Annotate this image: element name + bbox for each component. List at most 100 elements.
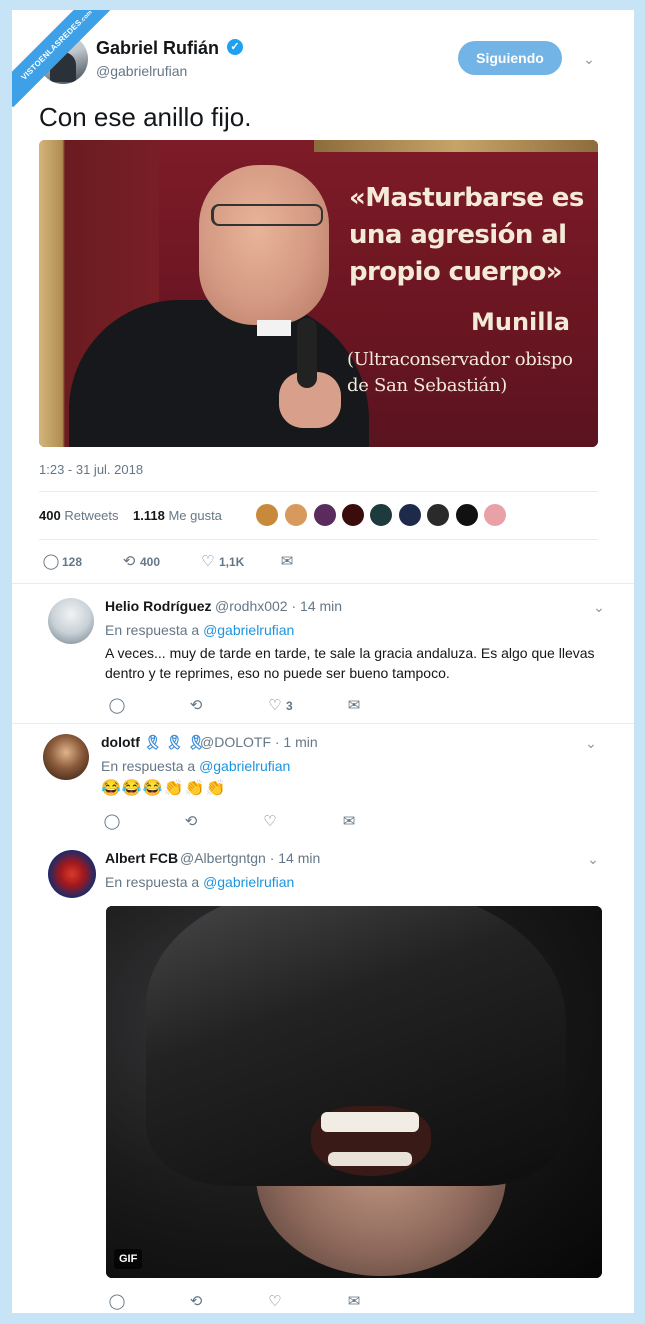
reply-to-prefix: En respuesta a bbox=[105, 874, 200, 890]
retweet-count: 400 bbox=[140, 554, 161, 569]
reply-icon: ◯ bbox=[103, 812, 121, 830]
chevron-down-icon[interactable]: ⌄ bbox=[584, 736, 598, 750]
image-caption-line: (Ultraconservador obispo bbox=[347, 349, 573, 370]
like-button[interactable]: ♡ bbox=[261, 813, 279, 829]
chevron-down-icon[interactable]: ⌄ bbox=[582, 52, 596, 66]
reply-actions: ◯ ⟲ ♡ ✉ bbox=[108, 1293, 408, 1309]
divider bbox=[39, 491, 598, 492]
reply-author-name-text: dolotf bbox=[101, 734, 140, 750]
reply-author-handle[interactable]: @rodhx002 · 14 min bbox=[215, 598, 342, 614]
mail-icon: ✉ bbox=[342, 812, 356, 830]
bishop-collar bbox=[257, 320, 291, 336]
tweet-actions: ◯ 128 ⟲ 400 ♡ 1,1K ✉ bbox=[42, 553, 342, 569]
reply-avatar[interactable] bbox=[48, 850, 96, 898]
gif-badge: GIF bbox=[114, 1249, 143, 1269]
reply-to-link[interactable]: @gabrielrufian bbox=[203, 622, 294, 638]
reply-count: 128 bbox=[62, 554, 83, 569]
tweet-text: Con ese anillo fijo. bbox=[39, 102, 252, 132]
retweets-label[interactable]: Retweets bbox=[64, 508, 118, 523]
liker-avatar[interactable] bbox=[426, 503, 450, 527]
awareness-ribbon-icon: 🎗 🎗 🎗 bbox=[143, 734, 205, 750]
heart-icon: ♡ bbox=[268, 696, 282, 714]
reply-button[interactable]: ◯ 128 bbox=[42, 553, 82, 569]
reply-author-name[interactable]: Albert FCB bbox=[105, 850, 178, 866]
verified-badge-icon: ✓ bbox=[227, 39, 243, 55]
liker-avatar[interactable] bbox=[284, 503, 308, 527]
image-frame bbox=[314, 140, 598, 152]
bishop-head bbox=[199, 165, 329, 325]
reply-author-name[interactable]: dolotf 🎗 🎗 🎗 bbox=[101, 734, 205, 751]
liker-avatar[interactable] bbox=[341, 503, 365, 527]
mail-icon: ✉ bbox=[347, 696, 361, 714]
message-button[interactable]: ✉ bbox=[345, 1293, 363, 1309]
reply-author-handle[interactable]: @Albertgntgn · 14 min bbox=[180, 850, 320, 866]
watermark-domain: .com bbox=[79, 10, 94, 25]
like-button[interactable]: ♡ 1,1K bbox=[199, 553, 244, 569]
retweet-button[interactable]: ⟲ 400 bbox=[120, 553, 160, 569]
chevron-down-icon[interactable]: ⌄ bbox=[592, 600, 606, 614]
following-button[interactable]: Siguiendo bbox=[458, 41, 562, 75]
likes-label[interactable]: Me gusta bbox=[168, 508, 221, 523]
image-quote-line: «Masturbarse es bbox=[349, 183, 584, 213]
retweet-icon: ⟲ bbox=[189, 696, 203, 714]
tweet-timestamp[interactable]: 1:23 - 31 jul. 2018 bbox=[39, 462, 143, 477]
reply-to-prefix: En respuesta a bbox=[105, 622, 200, 638]
message-button[interactable]: ✉ bbox=[340, 813, 358, 829]
reply-icon: ◯ bbox=[42, 552, 60, 570]
reply-icon: ◯ bbox=[108, 696, 126, 714]
tweet-image[interactable]: «Masturbarse es una agresión al propio c… bbox=[39, 140, 598, 447]
reply-author-handle[interactable]: @DOLOTF · 1 min bbox=[200, 734, 318, 750]
microphone bbox=[297, 318, 317, 388]
mail-icon: ✉ bbox=[280, 552, 294, 570]
heart-icon: ♡ bbox=[263, 812, 277, 830]
liker-avatar[interactable] bbox=[313, 503, 337, 527]
heart-icon: ♡ bbox=[268, 1292, 282, 1310]
like-button[interactable]: ♡ bbox=[266, 1293, 284, 1309]
reply-icon: ◯ bbox=[108, 1292, 126, 1310]
liker-avatar[interactable] bbox=[369, 503, 393, 527]
likes-count[interactable]: 1.118 bbox=[133, 508, 165, 523]
image-quote-line: una agresión al bbox=[349, 220, 567, 250]
image-caption-line: de San Sebastián) bbox=[347, 375, 507, 396]
retweet-icon: ⟲ bbox=[122, 552, 136, 570]
retweet-icon: ⟲ bbox=[189, 1292, 203, 1310]
message-button[interactable]: ✉ bbox=[278, 553, 296, 569]
reply-avatar[interactable] bbox=[48, 598, 94, 644]
reply-to-link[interactable]: @gabrielrufian bbox=[203, 874, 294, 890]
reply-text: 😂😂😂👏👏👏 bbox=[101, 780, 227, 797]
reply-button[interactable]: ◯ bbox=[108, 1293, 126, 1309]
author-name[interactable]: Gabriel Rufián bbox=[96, 38, 219, 59]
reply-gif[interactable]: GIF bbox=[106, 906, 602, 1278]
message-button[interactable]: ✉ bbox=[345, 697, 363, 713]
chevron-down-icon[interactable]: ⌄ bbox=[586, 852, 600, 866]
reply-to-prefix: En respuesta a bbox=[101, 758, 196, 774]
image-name: Munilla bbox=[471, 308, 570, 336]
like-button[interactable]: ♡ 3 bbox=[266, 696, 293, 714]
gif-teeth bbox=[328, 1152, 412, 1166]
liker-avatar[interactable] bbox=[255, 503, 279, 527]
liker-avatar[interactable] bbox=[398, 503, 422, 527]
retweet-icon: ⟲ bbox=[184, 812, 198, 830]
author-handle[interactable]: @gabrielrufian bbox=[96, 63, 187, 79]
reply-author-name[interactable]: Helio Rodríguez bbox=[105, 598, 212, 614]
reply-button[interactable]: ◯ bbox=[108, 697, 126, 713]
divider bbox=[39, 539, 598, 540]
mail-icon: ✉ bbox=[347, 1292, 361, 1310]
retweet-button[interactable]: ⟲ bbox=[187, 1293, 205, 1309]
reply-to-link[interactable]: @gabrielrufian bbox=[199, 758, 290, 774]
retweets-count[interactable]: 400 bbox=[39, 508, 61, 523]
like-count: 3 bbox=[286, 698, 293, 713]
divider bbox=[12, 723, 634, 724]
image-caption: (Ultraconservador obispo de San Sebastiá… bbox=[347, 347, 573, 399]
reply-avatar[interactable] bbox=[43, 734, 89, 780]
image-quote-line: propio cuerpo» bbox=[349, 257, 563, 287]
tweet-card: VISTOENLASREDES.com Gabriel Rufián ✓ @ga… bbox=[12, 10, 634, 1313]
tweet-stats: 400 Retweets 1.118 Me gusta bbox=[39, 508, 222, 523]
liker-avatar[interactable] bbox=[455, 503, 479, 527]
liker-avatar[interactable] bbox=[483, 503, 507, 527]
heart-icon: ♡ bbox=[201, 552, 215, 570]
reply-button[interactable]: ◯ bbox=[103, 813, 121, 829]
retweet-button[interactable]: ⟲ bbox=[187, 697, 205, 713]
retweet-button[interactable]: ⟲ bbox=[182, 813, 200, 829]
gif-teeth bbox=[321, 1112, 419, 1132]
